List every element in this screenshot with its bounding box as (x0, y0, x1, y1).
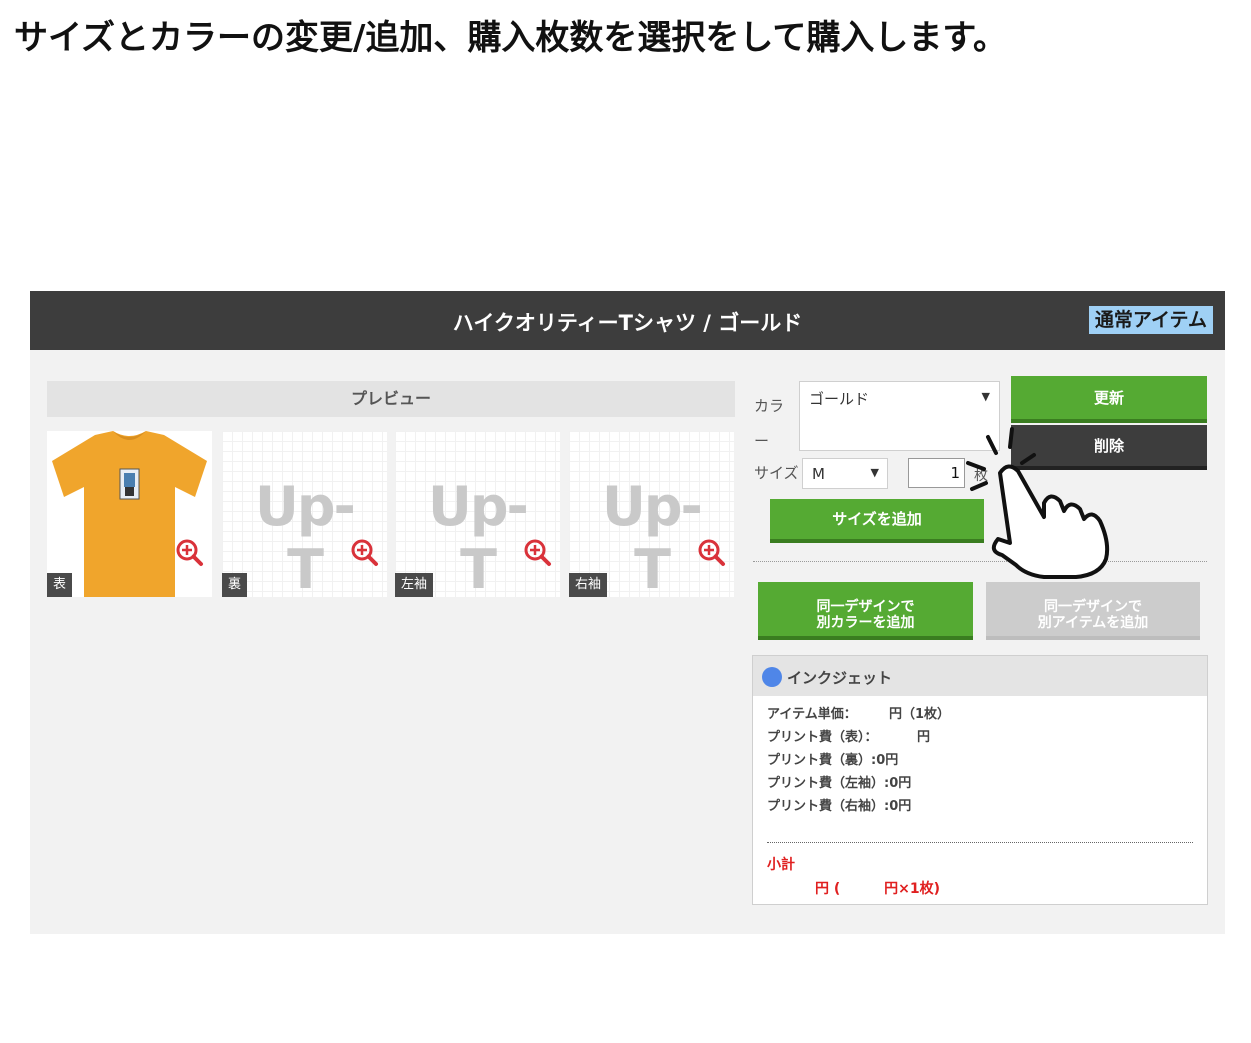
preview-title: プレビュー (47, 381, 735, 417)
zoom-in-icon[interactable] (524, 539, 552, 567)
price-row: プリント費（左袖）:0円 (767, 775, 950, 798)
thumbnail-back[interactable]: Up-T 裏 (222, 431, 387, 597)
price-row: プリント費（裏）:0円 (767, 752, 950, 775)
color-select-value: ゴールド (809, 390, 870, 408)
add-size-button[interactable]: サイズを追加 (770, 499, 984, 543)
price-summary: インクジェット アイテム単価： 円（1枚） プリント費（表）： 円 プリント費（裏）… (752, 655, 1208, 905)
subtotal-value: 円 ( 円×1枚) (815, 881, 941, 897)
placeholder-logo: Up-T (255, 475, 356, 597)
thumbnail-right-sleeve[interactable]: Up-T 右袖 (569, 431, 734, 597)
zoom-in-icon[interactable] (351, 539, 379, 567)
thumbnail-front[interactable]: 表 (47, 431, 212, 597)
add-item-button[interactable]: 同一デザインで 別アイテムを追加 (986, 582, 1200, 640)
thumbnail-label: 表 (47, 573, 73, 597)
dropdown-arrow-icon: ▼ (981, 390, 990, 403)
print-method-dot-icon (762, 667, 782, 687)
price-row-value: :0円 (871, 753, 899, 768)
thumbnail-label: 裏 (222, 573, 248, 597)
preview-thumbnails: 表 Up-T 裏 Up-T 左袖 Up-T 右袖 (47, 431, 737, 597)
size-label: サイズ (754, 464, 799, 482)
add-color-button[interactable]: 同一デザインで 別カラーを追加 (758, 582, 973, 640)
price-row-value: 円 (917, 730, 931, 745)
price-row-key: プリント費（裏） (767, 753, 872, 768)
thumbnail-label: 右袖 (569, 573, 608, 597)
placeholder-logo: Up-T (428, 475, 529, 597)
update-button[interactable]: 更新 (1011, 376, 1207, 423)
print-method-title: インクジェット (787, 669, 893, 687)
pointing-hand-icon (966, 427, 1110, 579)
summary-header: インクジェット (753, 656, 1207, 696)
price-row: アイテム単価： 円（1枚） (767, 706, 950, 729)
price-row-key: プリント費（左袖） (767, 776, 885, 791)
price-row-value: :0円 (884, 799, 912, 814)
price-row-value: :0円 (884, 776, 912, 791)
add-item-button-line1: 同一デザインで (1044, 598, 1142, 615)
price-row: プリント費（右袖）:0円 (767, 798, 950, 821)
thumbnail-left-sleeve[interactable]: Up-T 左袖 (395, 431, 560, 597)
subtotal-label: 小計 (767, 857, 795, 873)
add-color-button-line2: 別カラーを追加 (816, 614, 915, 631)
item-type-badge: 通常アイテム (1088, 306, 1213, 334)
instruction-heading: サイズとカラーの変更/追加、購入枚数を選択をして購入します。 (14, 18, 1007, 58)
dropdown-arrow-icon: ▼ (870, 466, 879, 479)
product-title: ハイクオリティーTシャツ / ゴールド (452, 311, 803, 335)
add-item-button-line2: 別アイテムを追加 (1037, 614, 1149, 631)
price-row-key: アイテム単価： (767, 707, 857, 722)
zoom-in-icon[interactable] (176, 539, 204, 567)
price-rows: アイテム単価： 円（1枚） プリント費（表）：円 プリント費（裏）:0円 プリント… (767, 706, 950, 821)
placeholder-logo: Up-T (602, 475, 703, 597)
size-select-value: M (812, 465, 825, 483)
panel-header: ハイクオリティーTシャツ / ゴールド 通常アイテム (30, 291, 1225, 350)
add-color-button-line1: 同一デザインで (816, 598, 915, 615)
cart-item-panel: ハイクオリティーTシャツ / ゴールド 通常アイテム プレビュー 表 Up-T (30, 291, 1225, 934)
zoom-in-icon[interactable] (698, 539, 726, 567)
price-row-value: 円（1枚） (889, 707, 951, 722)
price-row: プリント費（表）： 円 (767, 729, 950, 752)
price-row-key: プリント費（右袖） (767, 799, 885, 814)
size-select[interactable]: M ▼ (802, 458, 888, 489)
thumbnail-label: 左袖 (395, 573, 434, 597)
summary-divider (767, 842, 1193, 843)
price-row-key: プリント費（表）： (767, 730, 878, 745)
color-label: カラー (754, 397, 785, 450)
quantity-input[interactable] (908, 458, 965, 488)
